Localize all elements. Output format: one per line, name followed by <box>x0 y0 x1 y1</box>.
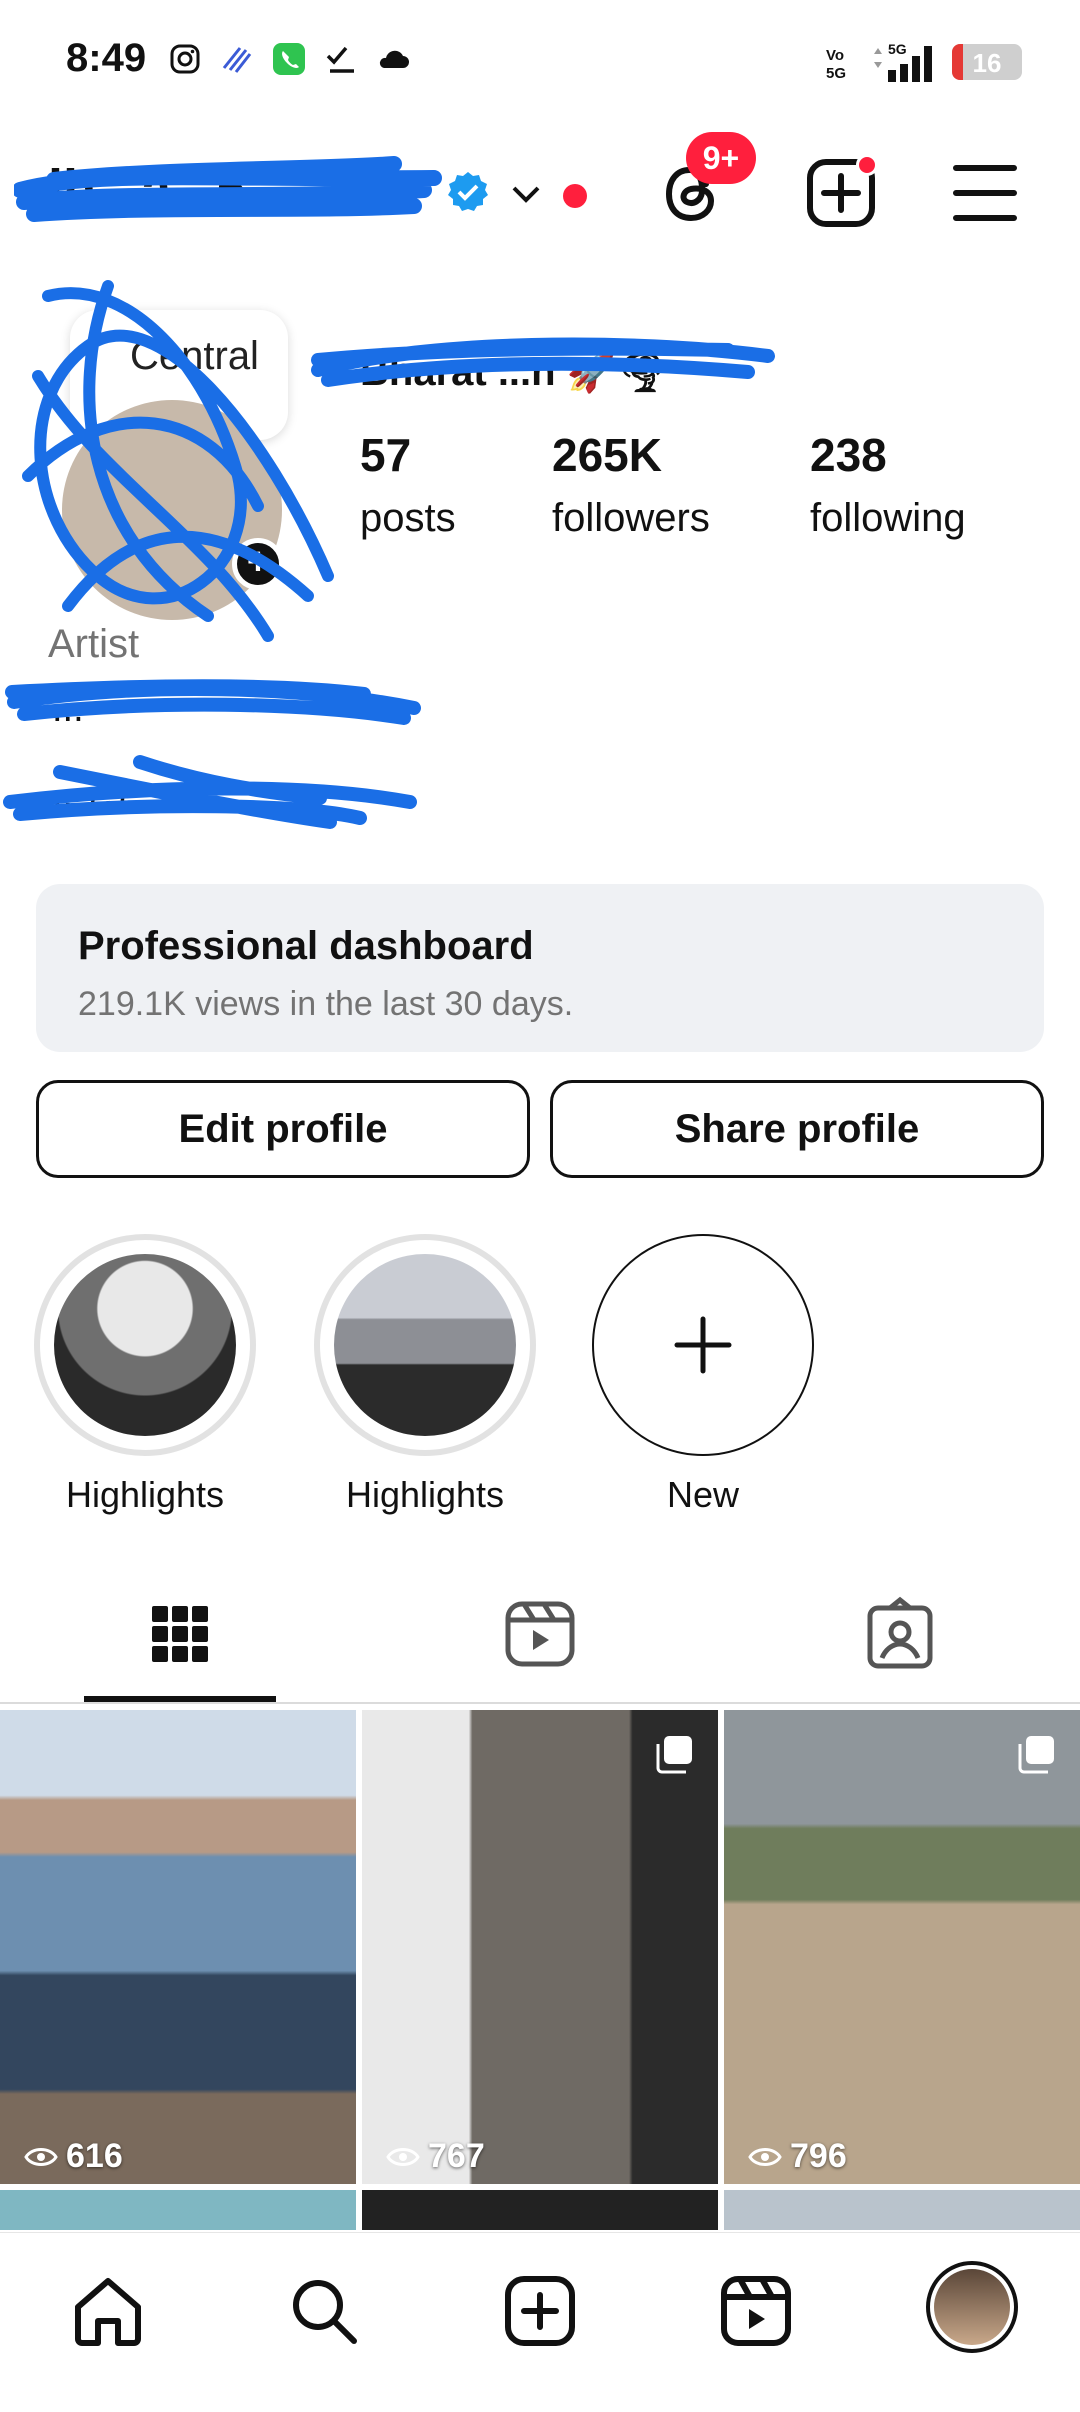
signal-icon: 5G <box>874 41 932 82</box>
views-count: 616 <box>24 2137 123 2176</box>
professional-dashboard[interactable]: Professional dashboard 219.1K views in t… <box>36 884 1044 1052</box>
bottom-navigation <box>0 2232 1080 2412</box>
profile-tabs <box>0 1578 1080 1704</box>
plus-icon <box>674 1316 732 1374</box>
dashboard-title: Professional dashboard <box>78 924 534 968</box>
views-count: 796 <box>748 2137 847 2176</box>
svg-text:Vo: Vo <box>826 47 844 64</box>
cloud-icon <box>376 42 410 76</box>
highlight-item[interactable]: Highlights <box>34 1234 256 1516</box>
stat-followers[interactable]: 265K followers <box>552 428 710 541</box>
eye-icon <box>24 2147 58 2166</box>
new-highlight-button[interactable]: New <box>592 1234 814 1516</box>
battery-indicator: 16 <box>952 44 1022 80</box>
multiple-posts-icon <box>656 1736 692 1774</box>
post-tile[interactable] <box>0 2190 356 2230</box>
threads-notification-badge: 9+ <box>686 132 756 184</box>
eye-icon <box>386 2147 420 2166</box>
post-tile[interactable]: 767 <box>362 1710 718 2184</box>
reels-icon[interactable] <box>718 2273 794 2349</box>
phone-icon <box>272 42 306 76</box>
highlight-cover <box>334 1254 516 1436</box>
eye-icon <box>748 2147 782 2166</box>
redaction-scribble <box>14 156 442 222</box>
edit-profile-button[interactable]: Edit profile <box>36 1080 530 1178</box>
status-time: 8:49 <box>66 36 147 80</box>
svg-text:5G: 5G <box>826 65 846 82</box>
create-icon[interactable] <box>502 2273 578 2349</box>
bio-redaction-scribble-1 <box>5 679 421 725</box>
home-icon[interactable] <box>70 2273 146 2349</box>
tagged-icon[interactable] <box>860 1594 940 1674</box>
post-tile[interactable] <box>724 2190 1080 2230</box>
post-tile[interactable] <box>362 2190 718 2230</box>
profile-category: Artist <box>48 622 140 666</box>
instagram-icon <box>168 42 202 76</box>
dashboard-subtitle: 219.1K views in the last 30 days. <box>78 985 574 1023</box>
status-bar: 8:49 Vo 5G 5G 16 <box>0 0 1080 120</box>
avatar-redaction-scribble <box>22 280 334 642</box>
volte-icon: Vo5G <box>826 47 846 82</box>
profile-avatar[interactable] <box>926 2261 1018 2353</box>
signal-app-icon <box>220 42 254 76</box>
highlight-ring <box>34 1234 256 1456</box>
highlight-item[interactable]: Highlights <box>314 1234 536 1516</box>
multiple-posts-icon <box>1018 1736 1054 1774</box>
create-notification-dot <box>856 154 878 176</box>
highlight-ring <box>314 1234 536 1456</box>
profile-header: ih...a...5 <box>0 140 1080 250</box>
search-icon[interactable] <box>286 2273 362 2349</box>
name-redaction-scribble <box>311 337 775 387</box>
stat-following[interactable]: 238 following <box>810 428 966 541</box>
post-tile[interactable]: 796 <box>724 1710 1080 2184</box>
posts-grid: 616 767 796 <box>0 1710 1080 2230</box>
post-tile[interactable]: 616 <box>0 1710 356 2184</box>
status-left-icons <box>168 42 410 76</box>
account-notification-dot <box>563 184 587 208</box>
reels-icon[interactable] <box>500 1594 580 1674</box>
highlight-cover <box>54 1254 236 1436</box>
new-highlight-ring <box>592 1234 814 1456</box>
status-right: Vo 5G 5G 16 <box>824 40 1022 84</box>
share-profile-button[interactable]: Share profile <box>550 1080 1044 1178</box>
svg-text:5G: 5G <box>888 41 907 57</box>
menu-icon[interactable] <box>946 154 1024 232</box>
check-icon <box>324 42 358 76</box>
stat-posts[interactable]: 57 posts <box>360 428 456 541</box>
verified-badge-icon <box>448 172 488 211</box>
grid-icon[interactable] <box>140 1594 220 1674</box>
bio-redaction-scribble-2 <box>3 755 417 829</box>
views-count: 767 <box>386 2137 485 2176</box>
chevron-down-icon[interactable] <box>506 174 546 214</box>
active-tab-indicator <box>84 1696 276 1702</box>
